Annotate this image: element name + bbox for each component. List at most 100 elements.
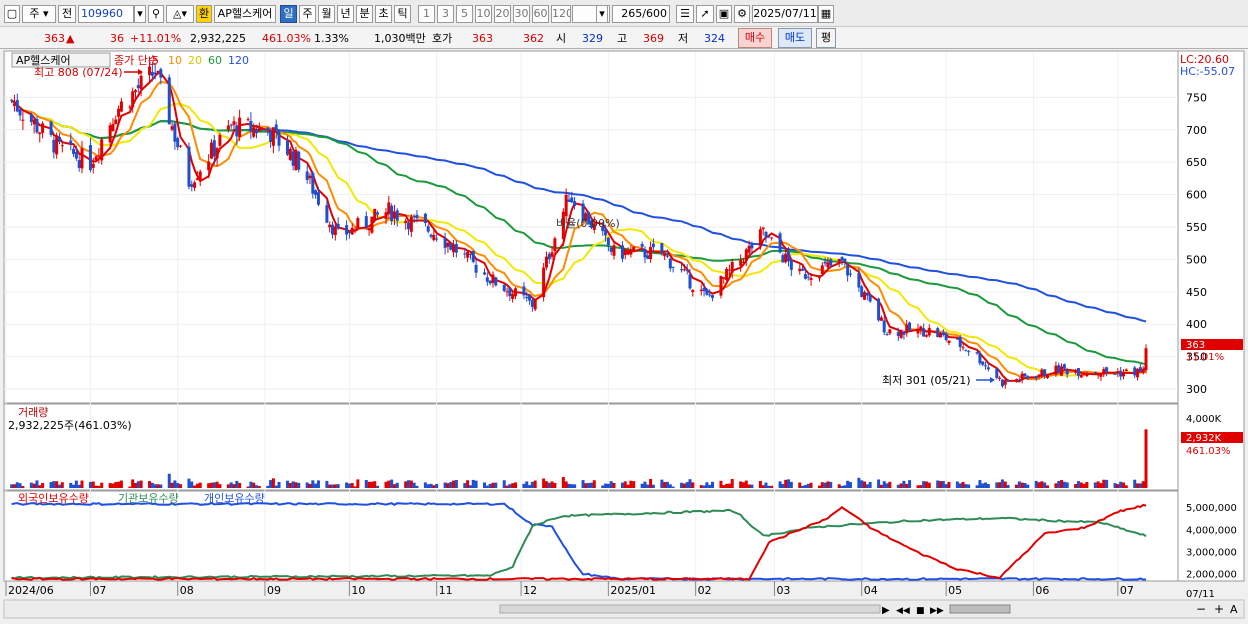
candle-body (711, 295, 715, 298)
volume-bar (288, 483, 292, 488)
exchange-badge[interactable]: 환 (196, 5, 212, 23)
interval-button-3[interactable]: 3 (437, 5, 454, 23)
volume-bar (632, 481, 636, 488)
period-button-6[interactable]: 틱 (394, 5, 411, 23)
font-size-icon[interactable]: A (1230, 603, 1238, 616)
candle-body (877, 298, 881, 321)
period-button-0[interactable]: 일 (280, 5, 297, 23)
candle-body (474, 264, 478, 273)
zoom-out-icon[interactable]: − (1196, 602, 1206, 616)
sound-icon[interactable]: ◬▾ (166, 5, 194, 23)
last-volume-pct-tag: 461.03% (1186, 446, 1231, 457)
volume-bar (865, 484, 869, 488)
nav-rewind-button[interactable]: ◀◀ (896, 606, 910, 616)
candle-body (1026, 376, 1030, 379)
interval-button-60[interactable]: 60 (532, 5, 549, 23)
candle-body (801, 268, 805, 271)
volume-bar (249, 481, 253, 488)
volume-bar (623, 481, 627, 488)
interval-dropdown-icon[interactable]: ▾ (596, 5, 608, 23)
period-button-1[interactable]: 주 (299, 5, 316, 23)
volume-bar (1124, 485, 1128, 488)
y-tick-label: 450 (1186, 286, 1207, 299)
interval-button-1[interactable]: 1 (418, 5, 435, 23)
interval-button-20[interactable]: 20 (494, 5, 511, 23)
bar-count-field[interactable]: 265/600 (612, 5, 670, 23)
candle-body (488, 280, 492, 284)
candle-body (148, 66, 152, 76)
bid-price: 362 (523, 32, 544, 45)
volume-bar (525, 481, 529, 488)
date-field[interactable]: 2025/07/11 (752, 5, 818, 23)
scroll-track[interactable] (499, 604, 881, 614)
low-annotation: 최저 301 (05/21) (882, 374, 971, 387)
stock-code-input[interactable]: 109960 (78, 5, 134, 23)
volume-bar (1026, 484, 1030, 488)
candle-body (277, 129, 281, 146)
eval-button[interactable]: 평 (816, 28, 836, 48)
period-button-3[interactable]: 년 (337, 5, 354, 23)
nav-play-button[interactable]: ▶ (882, 605, 890, 616)
tools-icon[interactable]: ☰ (676, 5, 694, 23)
candle-body (640, 243, 644, 247)
trade-amount: 1,030백만 (374, 32, 426, 45)
candle-body (274, 124, 278, 131)
interval-button-10[interactable]: 10 (475, 5, 492, 23)
interval-button-120[interactable]: 120 (551, 5, 571, 23)
candle-body (995, 368, 999, 379)
volume-bar (620, 482, 624, 488)
volume-bar (266, 485, 270, 488)
calendar-icon[interactable]: ▦ (818, 5, 834, 23)
candle-body (685, 269, 689, 271)
candle-body (215, 148, 219, 159)
volume-bar (1138, 483, 1142, 488)
chart-area[interactable]: 300 350 400 450 500 550 600 650 700 750 2024/06 07 0… (0, 50, 1248, 621)
volume-bar (998, 482, 1002, 488)
candle-body (882, 320, 886, 333)
interval-button-30[interactable]: 30 (513, 5, 530, 23)
candle-body (1093, 371, 1097, 374)
search-icon[interactable]: ⚲ (148, 5, 164, 23)
scroll-thumb[interactable] (949, 604, 1011, 614)
volume-bar (269, 480, 273, 488)
volume-bar (1113, 483, 1117, 488)
volume-bar (688, 479, 692, 488)
nav-stop-button[interactable]: ■ (916, 606, 925, 616)
period-button-4[interactable]: 분 (356, 5, 373, 23)
volume-bar (1082, 483, 1086, 488)
type-select[interactable]: 주 ▾ (22, 5, 56, 23)
candle-body (1099, 373, 1103, 377)
volume-bar (325, 480, 329, 488)
volume-bar (680, 482, 684, 488)
volume-bar (29, 482, 33, 488)
volume-bar (725, 483, 729, 488)
candle-body (392, 211, 396, 219)
candle-body (1085, 374, 1089, 377)
trend-tool-icon[interactable]: ➚ (696, 5, 714, 23)
candle-body (266, 127, 270, 131)
stock-name-button[interactable]: AP헬스케어 (214, 5, 276, 23)
candle-body (936, 328, 940, 338)
volume-bar (114, 482, 118, 488)
candle-body (513, 288, 517, 297)
interval-button-5[interactable]: 5 (456, 5, 473, 23)
sell-button[interactable]: 매도 (778, 28, 812, 48)
save-icon[interactable]: ▣ (716, 5, 732, 23)
buy-button[interactable]: 매수 (738, 28, 772, 48)
gear-icon[interactable]: ⚙ (734, 5, 750, 23)
code-dropdown-icon[interactable]: ▾ (134, 5, 146, 23)
period-button-2[interactable]: 월 (318, 5, 335, 23)
volume-bar (533, 480, 537, 488)
volume-bar (1000, 479, 1004, 488)
nav-forward-button[interactable]: ▶▶ (930, 606, 944, 616)
period-button-5[interactable]: 초 (375, 5, 392, 23)
zoom-in-icon[interactable]: + (1214, 602, 1224, 616)
volume-bar (353, 486, 357, 488)
prev-button[interactable]: 전 (58, 5, 76, 23)
candle-body (446, 243, 450, 247)
candle-body (981, 361, 985, 365)
window-menu-icon[interactable]: ▢ (4, 5, 20, 23)
volume-bar (426, 484, 430, 488)
volume-bar (685, 482, 689, 488)
volume-bar (809, 482, 813, 488)
